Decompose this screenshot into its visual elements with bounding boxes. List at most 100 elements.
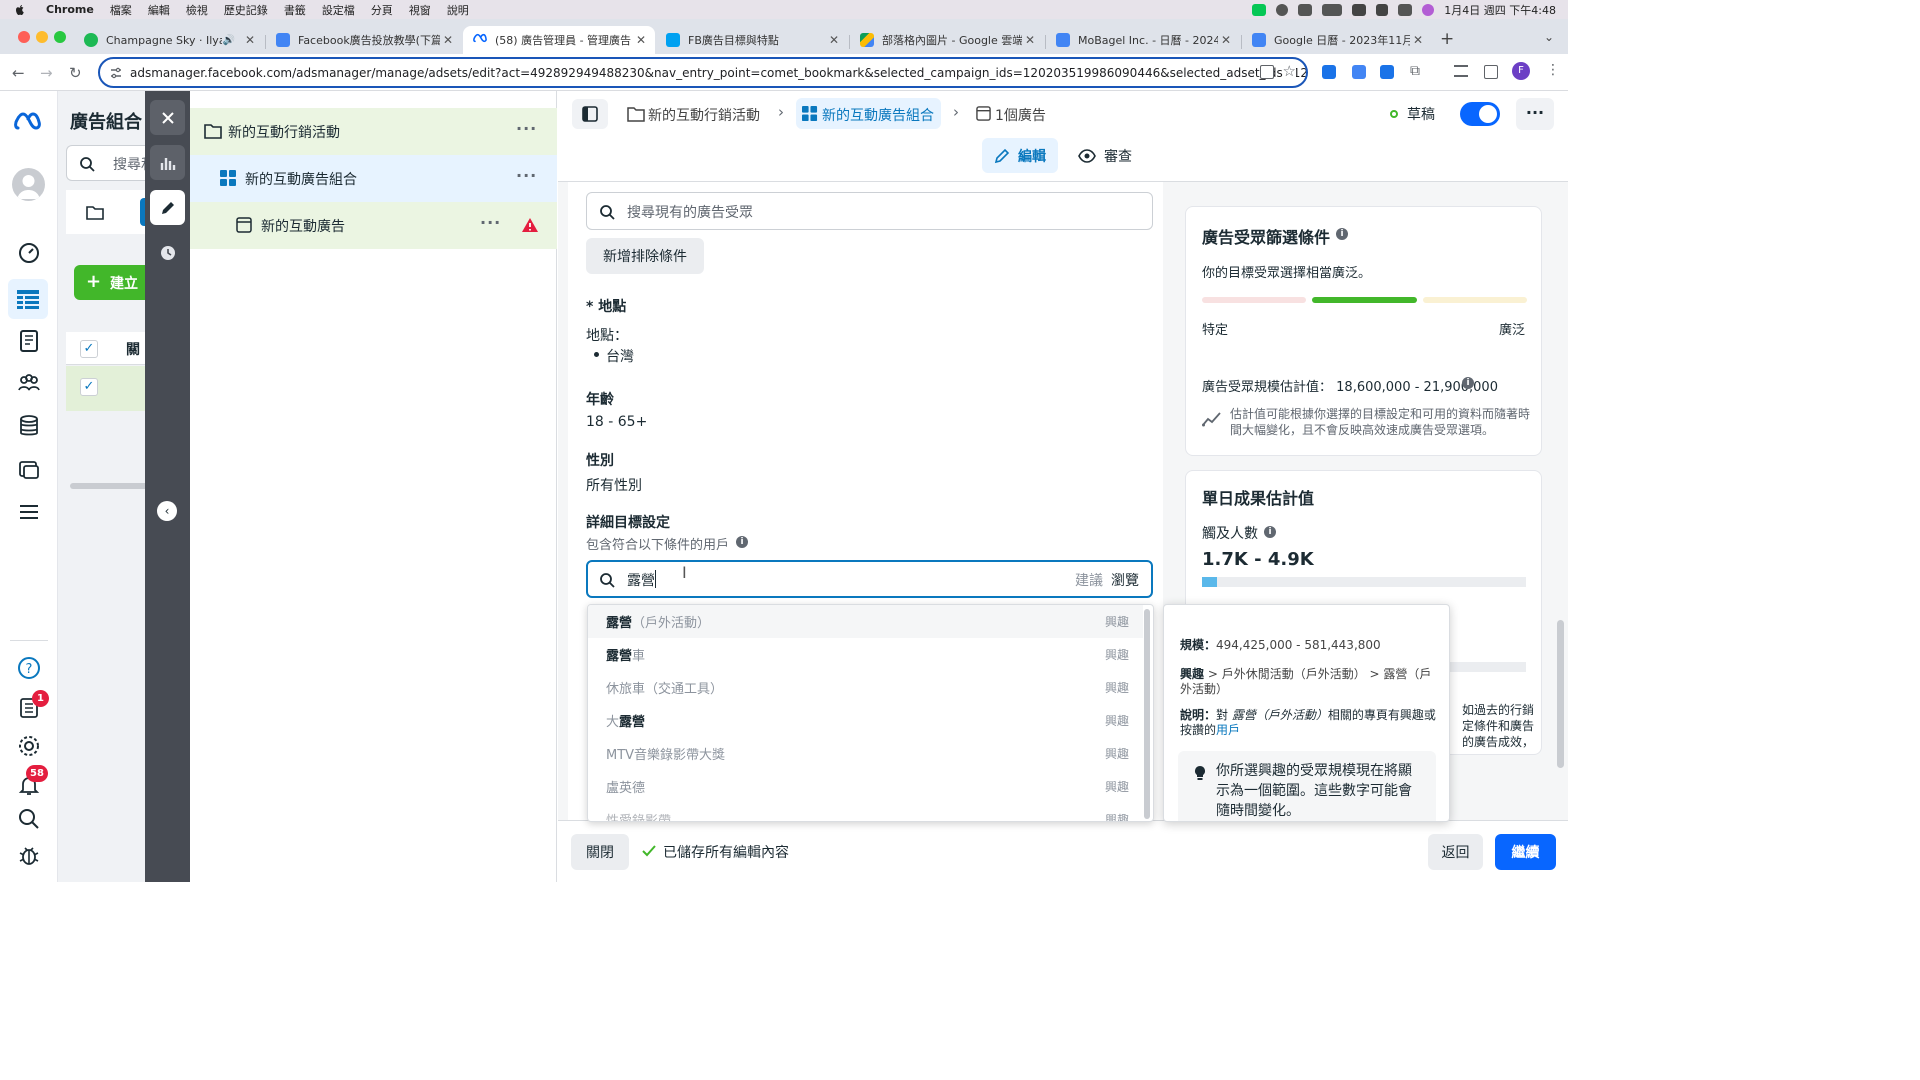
info-icon[interactable]: i xyxy=(1336,228,1348,240)
more-options-icon[interactable]: ··· xyxy=(516,166,537,185)
menu-hamburger-icon[interactable] xyxy=(17,500,41,524)
tab-calendar-2024[interactable]: MoBagel Inc. - 日曆 - 2024年 ✕ xyxy=(1046,26,1240,54)
select-all-checkbox[interactable]: ✓ xyxy=(80,340,98,358)
menu-tab[interactable]: 分頁 xyxy=(371,2,393,18)
tab-review[interactable]: 審查 xyxy=(1070,138,1140,173)
clock[interactable]: 1月4日 週四 下午4:48 xyxy=(1444,2,1556,18)
profile-avatar-icon[interactable]: F xyxy=(1512,62,1530,80)
menu-help[interactable]: 說明 xyxy=(447,2,469,18)
back-icon[interactable]: ← xyxy=(12,64,25,82)
menu-view[interactable]: 檢視 xyxy=(186,2,208,18)
media-library-icon[interactable] xyxy=(17,457,41,481)
suggestion-item[interactable]: 露營（戶外活動） 興趣 xyxy=(588,605,1143,638)
crumb-ads[interactable]: 1個廣告 xyxy=(995,105,1046,125)
users-link[interactable]: 用戶 xyxy=(1216,723,1240,737)
dashboard-gauge-icon[interactable] xyxy=(17,240,41,264)
tab-spotify[interactable]: Champagne Sky · Ilya Se 🔊 ✕ xyxy=(74,26,264,54)
address-bar[interactable]: adsmanager.facebook.com/adsmanager/manag… xyxy=(98,57,1308,88)
suggestion-item[interactable]: 休旅車（交通工具） 興趣 xyxy=(588,671,1143,704)
new-tab-button[interactable]: + xyxy=(1440,29,1454,49)
tab-search-chevron-icon[interactable]: ⌄ xyxy=(1544,30,1554,44)
more-actions-button[interactable]: ··· xyxy=(1516,98,1554,130)
tree-item-campaign[interactable]: 新的互動行銷活動 ··· xyxy=(190,108,557,155)
close-editor-button[interactable] xyxy=(150,100,185,135)
menu-bookmarks[interactable]: 書籤 xyxy=(284,2,306,18)
wifi-icon[interactable] xyxy=(1352,3,1367,16)
settings-gear-icon[interactable] xyxy=(17,734,41,758)
menu-history[interactable]: 歷史記錄 xyxy=(224,2,268,18)
battery-icon[interactable] xyxy=(1322,3,1343,16)
pages-icon[interactable] xyxy=(17,329,41,353)
tab-ads-manager[interactable]: (58) 廣告管理員 - 管理廣告 - 廣 ✕ xyxy=(463,26,655,54)
tab-calendar-2023[interactable]: Google 日曆 - 2023年11月 ✕ xyxy=(1242,26,1432,54)
crumb-campaign[interactable]: 新的互動行銷活動 xyxy=(648,105,760,125)
suggestion-item[interactable]: 露營車 興趣 xyxy=(588,638,1143,671)
menu-window[interactable]: 視窗 xyxy=(409,2,431,18)
tab-google-drive[interactable]: 部落格內圖片 - Google 雲端硬碟 ✕ xyxy=(850,26,1044,54)
help-icon[interactable]: ? xyxy=(17,656,41,680)
billing-stack-icon[interactable] xyxy=(17,414,41,438)
control-center-icon[interactable] xyxy=(1398,3,1413,16)
charts-button[interactable] xyxy=(150,145,185,180)
vertical-scrollbar[interactable] xyxy=(1557,620,1564,768)
apple-icon[interactable] xyxy=(14,4,26,16)
extensions-puzzle-icon[interactable]: ⧉ xyxy=(1410,63,1420,79)
extension-icon-2[interactable] xyxy=(1352,65,1366,79)
close-button[interactable]: 關閉 xyxy=(571,834,629,870)
add-exclusion-button[interactable]: 新增排除條件 xyxy=(586,238,704,274)
tab-fb-goals[interactable]: FB廣告目標與特點 ✕ xyxy=(656,26,848,54)
warning-icon[interactable] xyxy=(521,217,539,233)
extension-icon-1[interactable] xyxy=(1322,65,1336,79)
info-icon[interactable]: i xyxy=(1462,377,1474,389)
audiences-people-icon[interactable] xyxy=(17,371,41,395)
avatar[interactable] xyxy=(12,168,45,201)
line-icon[interactable] xyxy=(1252,3,1267,16)
reload-icon[interactable]: ↻ xyxy=(69,64,82,82)
install-icon[interactable] xyxy=(1260,65,1274,79)
chrome-menu-icon[interactable]: ⋮ xyxy=(1546,62,1560,78)
bookmark-star-icon[interactable]: ☆ xyxy=(1282,62,1296,80)
browse-link[interactable]: 瀏覽 xyxy=(1111,570,1139,590)
folder-icon[interactable] xyxy=(86,203,104,221)
tree-item-adset[interactable]: 新的互動廣告組合 ··· xyxy=(190,155,557,202)
window-close-button[interactable] xyxy=(18,31,30,43)
info-icon[interactable]: i xyxy=(736,536,748,548)
dropdown-scrollbar[interactable] xyxy=(1144,609,1150,819)
side-panel-icon[interactable] xyxy=(1484,65,1498,79)
more-options-icon[interactable]: ··· xyxy=(480,213,501,232)
suggestion-item[interactable]: 盧英德 興趣 xyxy=(588,770,1143,803)
tab-edit[interactable]: 編輯 xyxy=(982,138,1058,173)
tab-fb-tutorial[interactable]: Facebook廣告投放教學(下篇) ✕ xyxy=(266,26,462,54)
siri-icon[interactable] xyxy=(1422,3,1435,16)
suggestion-item[interactable]: 大露營 興趣 xyxy=(588,704,1143,737)
publish-toggle[interactable] xyxy=(1460,102,1500,126)
row-checkbox[interactable]: ✓ xyxy=(80,378,98,396)
toggle-tree-button[interactable] xyxy=(572,99,608,129)
tab-close-icon[interactable]: ✕ xyxy=(826,33,842,47)
speaker-icon[interactable]: 🔊 xyxy=(222,35,236,46)
reading-list-icon[interactable] xyxy=(1454,65,1468,77)
bug-report-icon[interactable] xyxy=(17,843,41,867)
audience-search-input[interactable]: 搜尋現有的廣告受眾 xyxy=(586,192,1153,230)
input-method-icon[interactable] xyxy=(1298,3,1313,16)
edit-drawer-button[interactable] xyxy=(150,190,185,225)
menu-profiles[interactable]: 設定檔 xyxy=(322,2,355,18)
suggestion-item[interactable]: 性愛錄影帶 興趣 xyxy=(588,803,1143,821)
site-settings-icon[interactable] xyxy=(110,67,122,79)
url-text[interactable]: adsmanager.facebook.com/adsmanager/manag… xyxy=(130,66,1306,80)
meta-logo-icon[interactable] xyxy=(14,110,44,134)
menu-file[interactable]: 檔案 xyxy=(110,2,132,18)
spotlight-icon[interactable] xyxy=(1376,3,1389,16)
info-icon[interactable]: i xyxy=(1264,526,1276,538)
forward-icon[interactable]: → xyxy=(40,64,53,82)
more-options-icon[interactable]: ··· xyxy=(516,119,537,138)
collapse-chevron-icon[interactable]: ‹ xyxy=(157,501,177,521)
suggestion-item[interactable]: MTV音樂錄影帶大獎 興趣 xyxy=(588,737,1143,770)
tab-close-icon[interactable]: ✕ xyxy=(440,33,456,47)
history-button[interactable] xyxy=(150,235,185,270)
suggestions-link[interactable]: 建議 xyxy=(1075,570,1103,590)
search-icon[interactable] xyxy=(17,807,41,831)
ads-manager-table-icon[interactable] xyxy=(8,279,48,319)
continue-button[interactable]: 繼續 xyxy=(1495,834,1556,870)
tab-close-icon[interactable]: ✕ xyxy=(1022,33,1038,47)
